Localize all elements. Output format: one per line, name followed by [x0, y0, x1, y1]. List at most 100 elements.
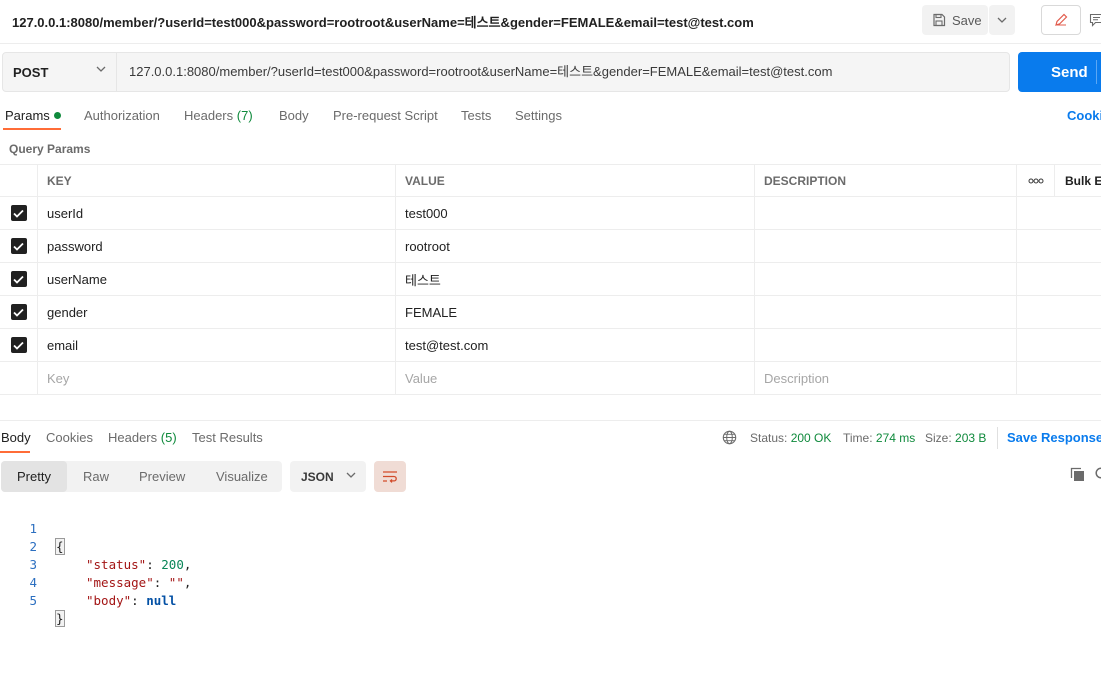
request-tabs: Params Authorization Headers (7) Body Pr… — [0, 100, 1101, 132]
tab-headers[interactable]: Headers (7) — [184, 108, 253, 123]
search-icon[interactable] — [1094, 467, 1101, 482]
save-options-button[interactable] — [989, 5, 1015, 35]
wrap-lines-button[interactable] — [374, 461, 406, 492]
param-description[interactable] — [755, 263, 1017, 295]
response-status[interactable]: Status: 200 OK — [750, 431, 831, 445]
save-button[interactable]: Save — [922, 5, 988, 35]
table-row: gender FEMALE — [0, 296, 1101, 329]
check-icon — [13, 275, 24, 284]
code-line: 1 { — [0, 502, 65, 555]
method-select[interactable]: POST — [3, 53, 117, 91]
response-body-code[interactable]: 1 { 2 "status": 200, 3 "message": "", 4 … — [0, 502, 191, 627]
tab-response-body[interactable]: Body — [1, 430, 31, 445]
tab-authorization[interactable]: Authorization — [84, 108, 160, 123]
table-row: email test@test.com — [0, 329, 1101, 362]
new-key-input[interactable]: Key — [38, 362, 396, 394]
json-value: 200 — [161, 557, 184, 572]
table-row: userName 테스트 — [0, 263, 1101, 296]
tab-response-headers[interactable]: Headers (5) — [108, 430, 177, 445]
tab-response-cookies[interactable]: Cookies — [46, 430, 93, 445]
row-checkbox[interactable] — [10, 271, 27, 287]
format-select[interactable]: JSON — [290, 461, 366, 492]
param-value[interactable]: test@test.com — [396, 329, 755, 361]
param-key[interactable]: userName — [38, 263, 396, 295]
tab-tests[interactable]: Tests — [461, 108, 491, 123]
column-header-key: KEY — [38, 165, 396, 197]
code-line: 4 "body": null — [0, 556, 176, 608]
tab-body[interactable]: Body — [279, 108, 309, 123]
open-brace: { — [55, 538, 65, 555]
column-header-value: VALUE — [396, 165, 755, 197]
more-options-icon[interactable] — [1017, 165, 1055, 197]
response-size[interactable]: Size: 203 B — [925, 431, 986, 445]
param-description[interactable] — [755, 329, 1017, 361]
divider — [997, 427, 998, 449]
response-bar: Body Cookies Headers (5) Test Results St… — [0, 420, 1101, 453]
param-description[interactable] — [755, 197, 1017, 229]
method-label: POST — [13, 64, 49, 80]
table-row: userId test000 — [0, 197, 1101, 230]
json-key: "body" — [86, 593, 132, 608]
bulk-edit-link[interactable]: Bulk E — [1055, 165, 1101, 197]
column-header-description: DESCRIPTION — [755, 165, 1017, 197]
row-checkbox[interactable] — [10, 238, 27, 254]
view-tab-visualize[interactable]: Visualize — [216, 461, 268, 492]
json-value: "" — [168, 575, 184, 590]
param-value[interactable]: rootroot — [396, 230, 755, 262]
tab-pre-request-script[interactable]: Pre-request Script — [333, 108, 438, 123]
send-options-divider — [1096, 60, 1097, 84]
response-time[interactable]: Time: 274 ms — [843, 431, 915, 445]
tab-settings[interactable]: Settings — [515, 108, 562, 123]
new-value-input[interactable]: Value — [396, 362, 755, 394]
param-description[interactable] — [755, 296, 1017, 328]
check-icon — [13, 341, 24, 350]
view-tab-pretty[interactable]: Pretty — [1, 461, 67, 492]
edit-button[interactable] — [1041, 5, 1081, 35]
chevron-down-icon — [346, 472, 356, 478]
send-button[interactable]: Send — [1018, 52, 1101, 92]
new-param-row: Key Value Description — [0, 362, 1101, 395]
send-label: Send — [1051, 63, 1088, 81]
view-tab-preview[interactable]: Preview — [139, 461, 185, 492]
param-value[interactable]: FEMALE — [396, 296, 755, 328]
code-line: 5 } — [0, 574, 65, 627]
param-key[interactable]: gender — [38, 296, 396, 328]
param-key[interactable]: password — [38, 230, 396, 262]
save-response-button[interactable]: Save Response — [1007, 430, 1101, 445]
row-checkbox[interactable] — [10, 205, 27, 221]
row-checkbox[interactable] — [10, 304, 27, 320]
globe-icon[interactable] — [722, 430, 737, 445]
table-row: password rootroot — [0, 230, 1101, 263]
json-key: "status" — [86, 557, 147, 572]
header-check-cell — [0, 165, 38, 197]
json-key: "message" — [86, 575, 154, 590]
url-bar: POST 127.0.0.1:8080/member/?userId=test0… — [2, 52, 1010, 92]
tab-test-results[interactable]: Test Results — [192, 430, 263, 445]
param-description[interactable] — [755, 230, 1017, 262]
code-line: 3 "message": "", — [0, 538, 191, 590]
comment-icon — [1089, 13, 1101, 27]
param-value[interactable]: test000 — [396, 197, 755, 229]
row-checkbox[interactable] — [10, 337, 27, 353]
format-label: JSON — [301, 469, 334, 484]
param-key[interactable]: userId — [38, 197, 396, 229]
copy-icon[interactable] — [1070, 467, 1085, 482]
response-view-tabs: Pretty Raw Preview Visualize — [1, 461, 282, 492]
json-value: null — [146, 593, 177, 608]
tab-params[interactable]: Params — [5, 108, 61, 123]
param-value[interactable]: 테스트 — [396, 263, 755, 295]
view-tab-raw[interactable]: Raw — [83, 461, 109, 492]
url-input[interactable]: 127.0.0.1:8080/member/?userId=test000&pa… — [129, 53, 832, 91]
new-description-input[interactable]: Description — [755, 362, 1017, 394]
check-icon — [13, 308, 24, 317]
line-number: 5 — [29, 593, 37, 608]
request-title[interactable]: 127.0.0.1:8080/member/?userId=test000&pa… — [12, 12, 754, 31]
save-icon — [933, 13, 946, 27]
code-line: 2 "status": 200, — [0, 520, 191, 572]
params-active-dot — [53, 112, 61, 120]
comments-button[interactable] — [1081, 5, 1101, 35]
cookies-link[interactable]: Cooki — [1067, 108, 1101, 123]
save-label: Save — [952, 12, 982, 28]
param-key[interactable]: email — [38, 329, 396, 361]
table-header-row: KEY VALUE DESCRIPTION Bulk E — [0, 164, 1101, 197]
